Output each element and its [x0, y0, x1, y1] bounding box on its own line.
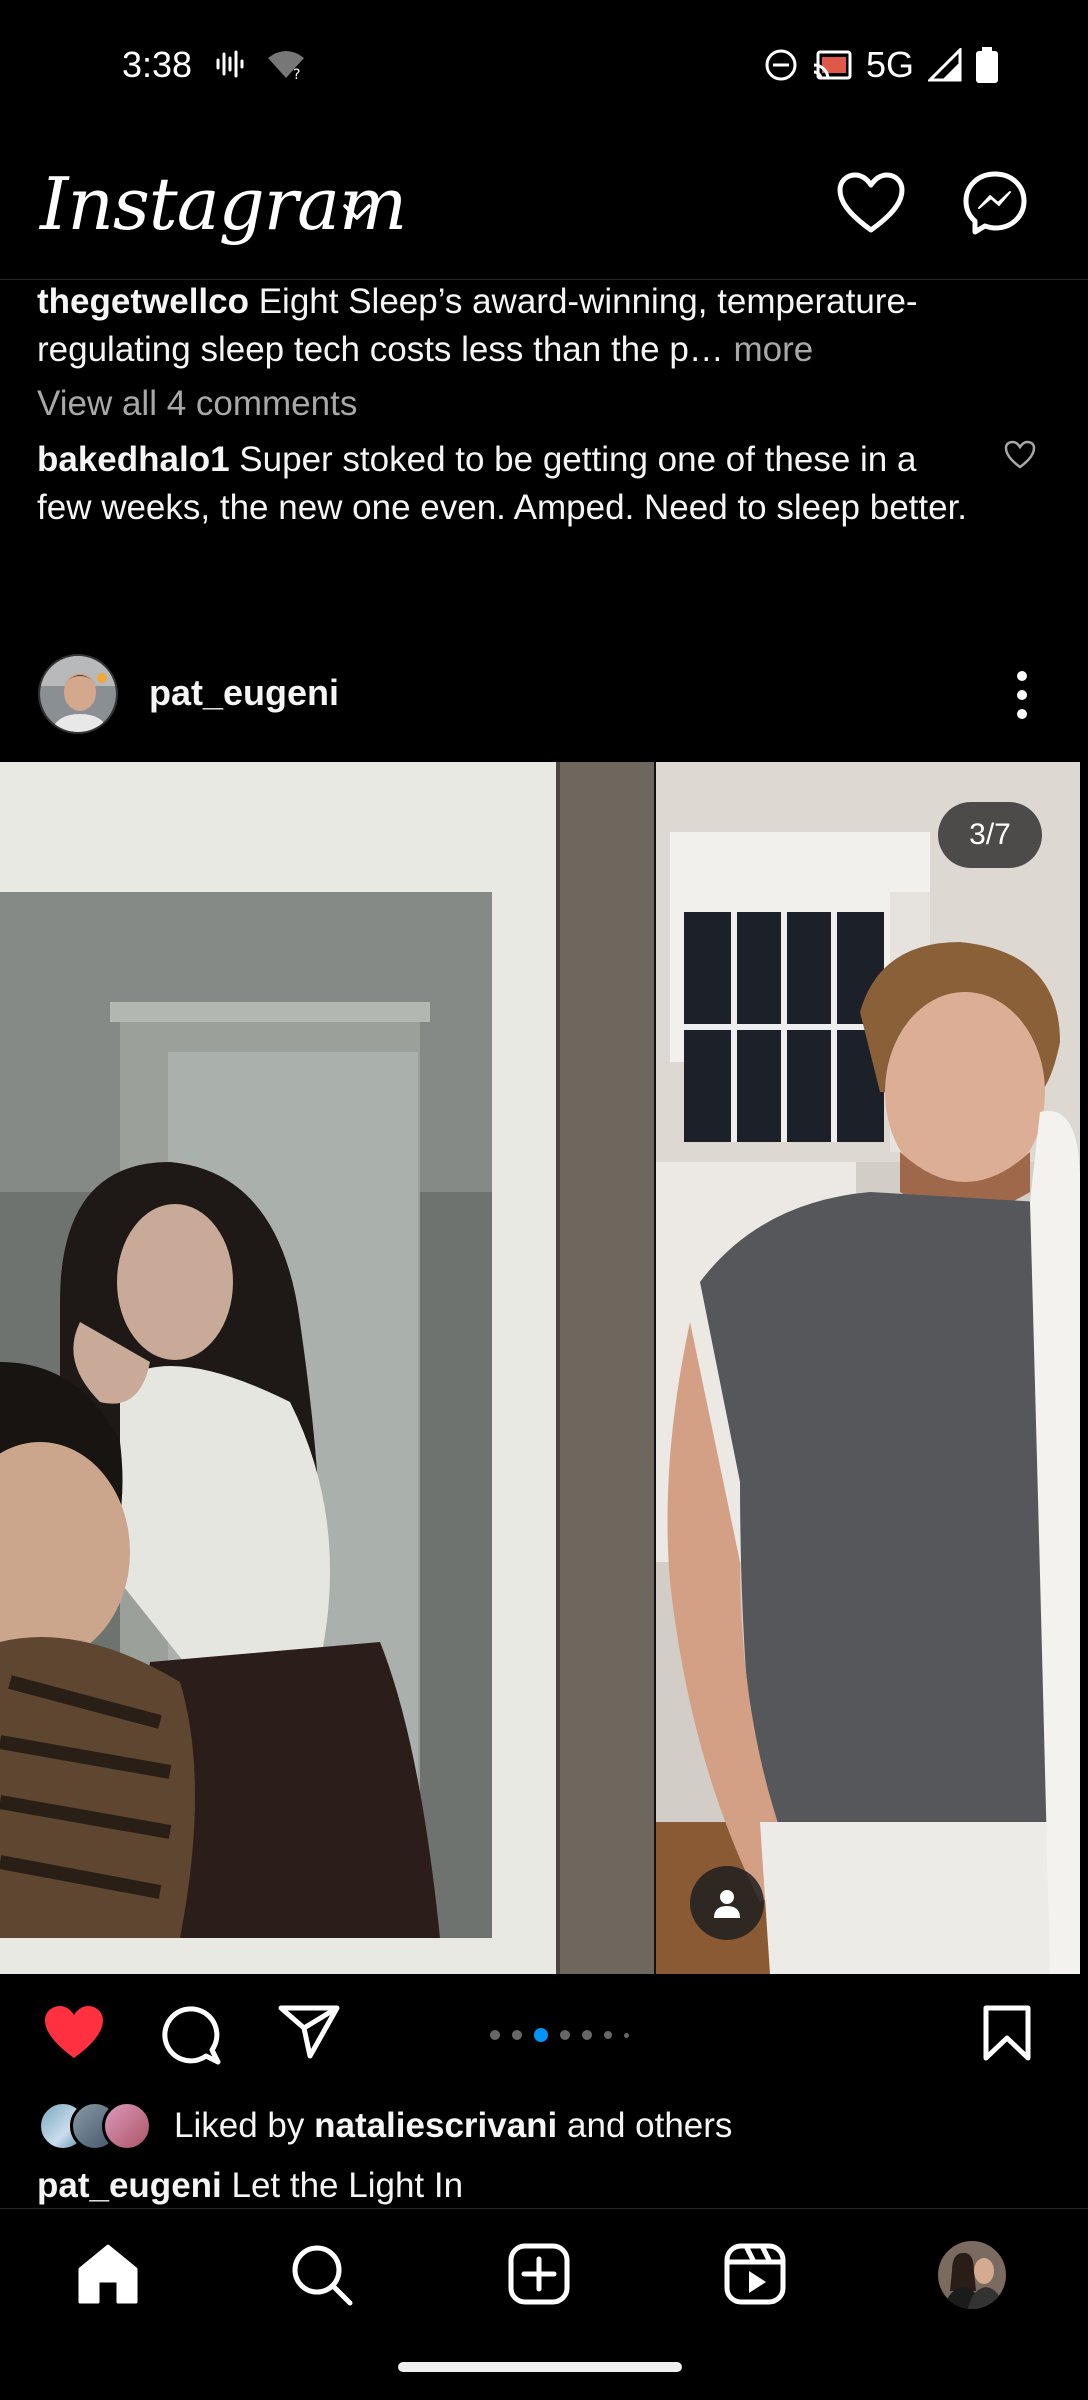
- carousel-dot: [624, 2032, 629, 2038]
- post-caption: pat_eugeni Let the Light In: [37, 2162, 463, 2210]
- comment-username[interactable]: bakedhalo1: [37, 440, 230, 479]
- carousel-image: [0, 762, 1080, 1974]
- create-icon[interactable]: [508, 2243, 570, 2305]
- carousel-dot: [604, 2031, 612, 2039]
- carousel-indicator: [490, 2028, 629, 2042]
- app-header: Instagram: [0, 140, 1088, 280]
- liked-by-prefix: Liked by: [174, 2106, 315, 2145]
- caption-username[interactable]: pat_eugeni: [37, 2166, 222, 2205]
- status-time: 3:38: [122, 44, 193, 85]
- more-options-icon[interactable]: [1010, 668, 1034, 722]
- share-icon[interactable]: [278, 2004, 340, 2060]
- status-right-icons: 5G: [764, 44, 998, 86]
- comment-like-icon[interactable]: [1004, 440, 1036, 470]
- caption-text: Let the Light In: [221, 2166, 464, 2205]
- voicemail-icon: [216, 50, 244, 78]
- search-icon[interactable]: [290, 2243, 354, 2307]
- liked-by-text: Liked by nataliescrivani and others: [174, 2106, 732, 2146]
- network-type: 5G: [865, 44, 914, 85]
- tagged-people-button[interactable]: [690, 1866, 764, 1940]
- post-media-carousel[interactable]: [0, 762, 1080, 1974]
- messenger-icon[interactable]: [962, 170, 1028, 236]
- status-bar: 3:38 ? 5G: [0, 0, 1088, 130]
- do-not-disturb-icon: [765, 49, 797, 81]
- profile-avatar[interactable]: [938, 2241, 1006, 2309]
- like-icon[interactable]: [42, 2004, 106, 2062]
- media-counter: 3/7: [938, 802, 1042, 868]
- carousel-dot: [512, 2030, 522, 2040]
- view-all-comments-link[interactable]: View all 4 comments: [37, 384, 357, 424]
- carousel-dot: [582, 2030, 592, 2040]
- post-header: pat_eugeni: [0, 650, 1088, 740]
- likes-row[interactable]: Liked by nataliescrivani and others: [38, 2098, 732, 2154]
- previous-post-caption: thegetwellco Eight Sleep’s award-winning…: [37, 278, 1047, 374]
- post-action-bar: [0, 1990, 1088, 2080]
- more-link[interactable]: more: [724, 330, 814, 369]
- home-indicator[interactable]: [398, 2362, 682, 2372]
- signal-icon: [928, 48, 962, 82]
- liker-avatar: [102, 2101, 152, 2151]
- user-avatar[interactable]: [38, 654, 118, 734]
- liked-by-username[interactable]: nataliescrivani: [314, 2106, 557, 2145]
- cast-icon: [813, 50, 852, 80]
- person-icon: [714, 1890, 740, 1918]
- reels-icon[interactable]: [724, 2243, 786, 2305]
- svg-text:?: ?: [293, 67, 300, 80]
- chevron-down-icon[interactable]: [342, 202, 372, 222]
- save-icon[interactable]: [982, 2004, 1032, 2062]
- wifi-unknown-icon: ?: [268, 51, 304, 80]
- home-icon[interactable]: [76, 2243, 140, 2305]
- comment: bakedhalo1 Super stoked to be getting on…: [37, 436, 977, 532]
- heart-icon[interactable]: [836, 172, 906, 236]
- carousel-dot: [490, 2030, 500, 2040]
- carousel-dot: [560, 2030, 570, 2040]
- bottom-navigation: [0, 2208, 1088, 2338]
- carousel-dot-active: [534, 2028, 548, 2042]
- battery-icon: [976, 47, 998, 83]
- caption-username[interactable]: thegetwellco: [37, 282, 249, 321]
- post-username[interactable]: pat_eugeni: [149, 672, 339, 714]
- liked-by-suffix[interactable]: and others: [557, 2106, 732, 2145]
- comment-icon[interactable]: [160, 2004, 222, 2066]
